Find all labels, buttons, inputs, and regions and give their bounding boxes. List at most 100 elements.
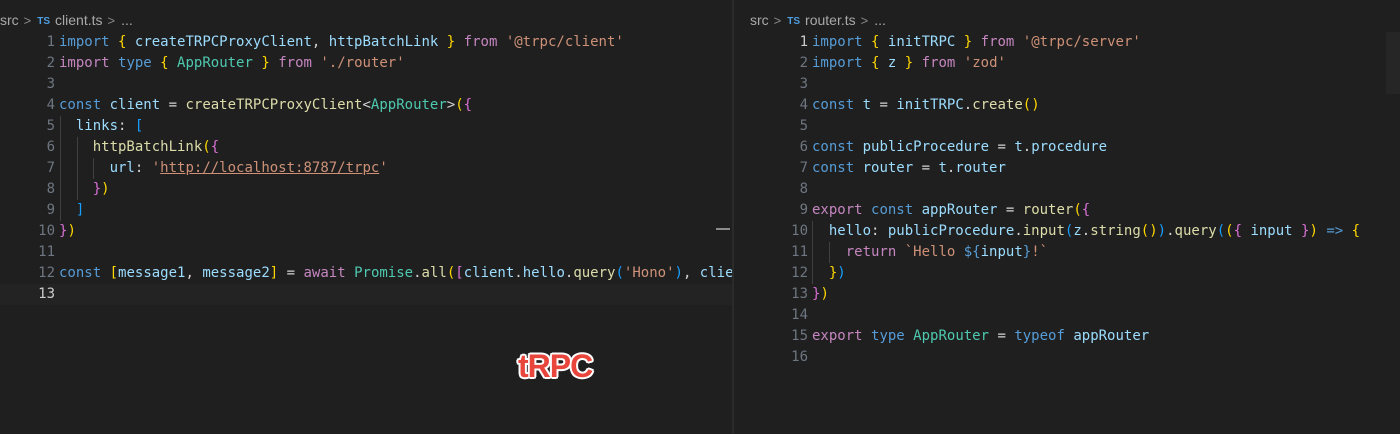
code-line[interactable]: 11 return `Hello ${input}!` xyxy=(734,242,1400,263)
chevron-right-icon: > xyxy=(23,13,32,28)
code-token: query xyxy=(1174,223,1217,239)
code-text: export type AppRouter = typeof appRouter xyxy=(812,326,1149,347)
code-text: ] xyxy=(59,200,84,221)
code-token: appRouter xyxy=(1073,328,1150,344)
code-line[interactable]: 10}) xyxy=(0,221,732,242)
code-token: string xyxy=(1090,223,1141,239)
code-line[interactable]: 8 xyxy=(734,179,1400,200)
code-editor[interactable]: 1 import { createTRPCProxyClient, httpBat… xyxy=(0,32,732,305)
breadcrumb-symbols[interactable]: ... xyxy=(874,12,886,28)
code-token: import xyxy=(59,55,110,71)
chevron-right-icon: > xyxy=(860,13,869,28)
code-line[interactable]: 16 xyxy=(734,347,1400,368)
breadcrumb-folder[interactable]: src xyxy=(750,12,769,28)
code-token: { xyxy=(1351,223,1361,239)
code-token: ) xyxy=(67,223,76,239)
code-line[interactable]: 4 const client = createTRPCProxyClient<Ap… xyxy=(0,95,732,116)
code-line[interactable]: 9 export const appRouter = router({ xyxy=(734,200,1400,221)
code-token: './router' xyxy=(320,55,405,71)
code-token: ) xyxy=(820,286,829,302)
code-line[interactable]: 2 import { z } from 'zod' xyxy=(734,53,1400,74)
code-line[interactable]: 5 links: [ xyxy=(0,116,732,137)
code-line[interactable]: 12 const [message1, message2] = await Pro… xyxy=(0,263,732,284)
code-line[interactable]: 3 xyxy=(0,74,732,95)
code-token: = xyxy=(160,97,186,113)
minimap[interactable] xyxy=(1386,32,1400,94)
code-token: = xyxy=(871,97,897,113)
code-token: ( xyxy=(1225,223,1234,239)
code-token: () xyxy=(1022,97,1040,113)
breadcrumb-symbols[interactable]: ... xyxy=(121,12,133,28)
code-token: : xyxy=(871,223,888,239)
code-token: { xyxy=(463,97,473,113)
breadcrumb-file[interactable]: client.ts xyxy=(55,12,102,28)
code-line[interactable]: 8 }) xyxy=(0,179,732,200)
code-token: , xyxy=(185,265,203,281)
breadcrumb: src > TS client.ts >... xyxy=(0,10,133,30)
code-text: const t = initTRPC.create() xyxy=(812,95,1040,116)
code-line[interactable]: 7 url: 'http://localhost:8787/trpc' xyxy=(0,158,732,179)
code-line[interactable]: 4 const t = initTRPC.create() xyxy=(734,95,1400,116)
code-line[interactable]: 6 httpBatchLink({ xyxy=(0,137,732,158)
code-token: ) xyxy=(1157,223,1167,239)
code-line[interactable]: 10 hello: publicProcedure.input(z.string… xyxy=(734,221,1400,242)
code-line[interactable]: 6 const publicProcedure = t.procedure xyxy=(734,137,1400,158)
code-line[interactable]: 2 import type { AppRouter } from './route… xyxy=(0,53,732,74)
code-token: import xyxy=(812,34,863,50)
code-token: httpBatchLink xyxy=(328,34,439,50)
code-token: t xyxy=(938,160,947,176)
code-editor[interactable]: 1 import { initTRPC } from '@trpc/server'… xyxy=(734,32,1400,368)
line-number: 7 xyxy=(799,160,808,176)
code-line[interactable]: 15 export type AppRouter = typeof appRout… xyxy=(734,326,1400,347)
code-text: hello: publicProcedure.input(z.string())… xyxy=(812,221,1360,242)
code-token: '@trpc/client' xyxy=(505,34,624,50)
code-token: } xyxy=(92,181,102,197)
code-token: () xyxy=(1140,223,1158,239)
code-text: }) xyxy=(812,284,829,305)
code-line[interactable]: 13}) xyxy=(734,284,1400,305)
code-text: const [message1, message2] = await Promi… xyxy=(59,263,732,284)
code-line[interactable]: 7 const router = t.router xyxy=(734,158,1400,179)
code-token: > xyxy=(446,97,456,113)
code-line[interactable]: 11 xyxy=(0,242,732,263)
editor-pane-left[interactable]: src > TS client.ts >... 1 import { createTRPC… xyxy=(0,0,732,434)
code-line[interactable]: 5 xyxy=(734,116,1400,137)
code-token: input xyxy=(980,244,1023,260)
code-line[interactable]: 3 xyxy=(734,74,1400,95)
code-token: : xyxy=(134,160,152,176)
code-line[interactable]: 13 xyxy=(0,284,732,305)
breadcrumb-folder[interactable]: src xyxy=(0,12,19,28)
code-token: client xyxy=(463,265,515,281)
code-token: '@trpc/server' xyxy=(1022,34,1141,50)
line-number: 14 xyxy=(791,307,808,323)
code-text: export const appRouter = router({ xyxy=(812,200,1090,221)
line-number: 13 xyxy=(38,286,55,302)
code-link[interactable]: http://localhost:8787/trpc xyxy=(160,160,379,176)
code-token: < xyxy=(362,97,371,113)
code-line[interactable]: 14 xyxy=(734,305,1400,326)
line-number: 9 xyxy=(46,202,55,218)
code-text: url: 'http://localhost:8787/trpc' xyxy=(59,158,388,179)
code-token: router xyxy=(1022,202,1074,218)
code-token: ) xyxy=(837,265,846,281)
code-line[interactable]: 1 import { initTRPC } from '@trpc/server' xyxy=(734,32,1400,53)
code-line[interactable]: 12 }) xyxy=(734,263,1400,284)
code-text: links: [ xyxy=(59,116,143,137)
typescript-file-icon: TS xyxy=(787,16,801,27)
code-line[interactable]: 1 import { createTRPCProxyClient, httpBat… xyxy=(0,32,732,53)
code-token: import xyxy=(812,55,863,71)
breadcrumb-file[interactable]: router.ts xyxy=(805,12,856,28)
code-line[interactable]: 9 ] xyxy=(0,200,732,221)
editor-pane-right[interactable]: src > TS router.ts >... 1 import { initTRPC }… xyxy=(734,0,1400,434)
code-token: input xyxy=(1022,223,1065,239)
code-token: . xyxy=(1022,139,1032,155)
code-token: hello xyxy=(522,265,565,281)
scrollbar-marker[interactable] xyxy=(716,228,730,230)
code-token: const xyxy=(812,160,855,176)
